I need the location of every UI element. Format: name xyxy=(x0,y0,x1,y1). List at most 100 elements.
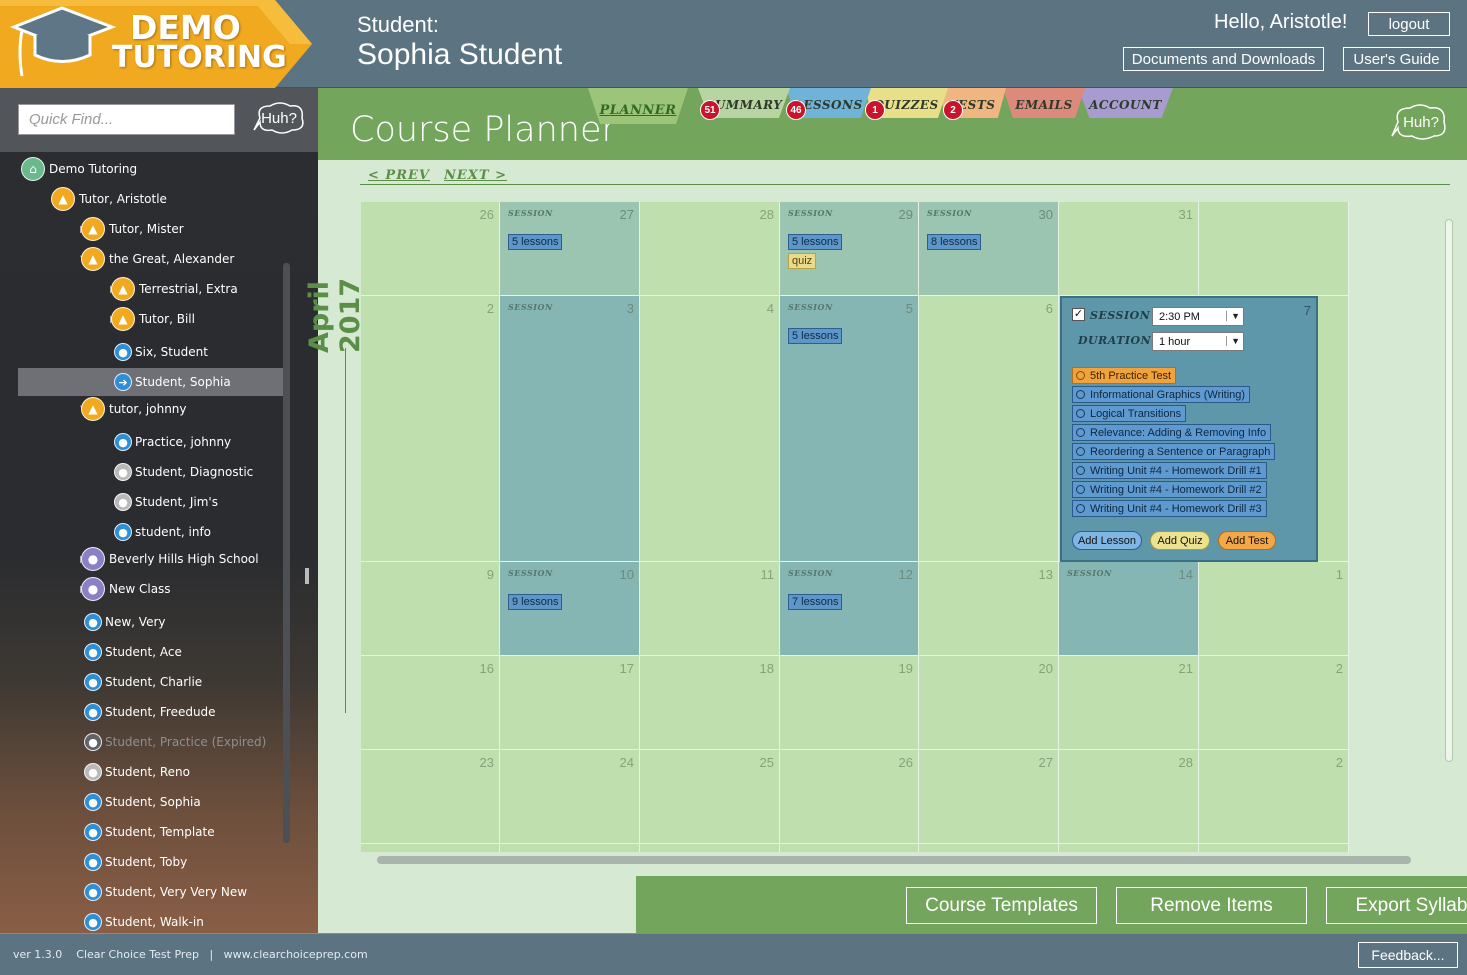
prev-month-link[interactable]: < PREV xyxy=(368,168,430,183)
tree-item[interactable]: ● Student, Practice (Expired) xyxy=(0,728,280,756)
tree-item[interactable]: ● Student, Toby xyxy=(0,848,280,876)
lesson-item[interactable]: Writing Unit #4 - Homework Drill #3 xyxy=(1072,500,1267,517)
radio-circle-icon[interactable] xyxy=(1076,447,1085,456)
calendar-day-cell[interactable]: 31 xyxy=(1059,202,1199,296)
tree-item[interactable]: ▶▲Tutor, Mister xyxy=(0,215,280,243)
lessons-chip[interactable]: 5 lessons xyxy=(788,328,843,344)
calendar-day-cell[interactable]: 12 SESSION 7 lessons xyxy=(780,562,919,656)
calendar-day-cell[interactable]: 26 xyxy=(780,750,919,844)
calendar-day-cell[interactable]: 18 xyxy=(640,656,780,750)
tree-item[interactable]: ▶●Beverly Hills High School xyxy=(0,545,280,573)
next-month-link[interactable]: NEXT > xyxy=(444,168,507,183)
export-syllabus-button[interactable]: Export Syllabus xyxy=(1326,887,1467,924)
calendar-day-cell[interactable] xyxy=(919,844,1059,852)
calendar-day-cell[interactable]: 14 SESSION xyxy=(1059,562,1199,656)
lesson-item[interactable]: Informational Graphics (Writing) xyxy=(1072,386,1251,403)
main-huh-label[interactable]: Huh? xyxy=(1396,110,1446,134)
tree-item[interactable]: ▼▲Tutor, Aristotle xyxy=(0,185,280,213)
tree-item[interactable]: ▶●New Class xyxy=(0,575,280,603)
tab-account[interactable]: ACCOUNT xyxy=(1078,88,1173,118)
radio-circle-icon[interactable] xyxy=(1076,504,1085,513)
tree-item[interactable]: ● Student, Diagnostic xyxy=(0,458,280,486)
calendar-day-cell[interactable]: 27 SESSION 5 lessons xyxy=(500,202,640,296)
radio-circle-icon[interactable] xyxy=(1076,390,1085,399)
tree-item[interactable]: ● Student, Jim's xyxy=(0,488,280,516)
sidebar-huh-label[interactable]: Huh? xyxy=(256,107,302,129)
course-templates-button[interactable]: Course Templates xyxy=(906,887,1097,924)
tree-item[interactable]: ● Student, Very Very New xyxy=(0,878,280,906)
radio-circle-icon[interactable] xyxy=(1076,485,1085,494)
lesson-item[interactable]: Logical Transitions xyxy=(1072,405,1187,422)
tree-item[interactable]: ● Student, Ace xyxy=(0,638,280,666)
documents-button[interactable]: Documents and Downloads xyxy=(1123,47,1324,71)
calendar-day-cell[interactable] xyxy=(1199,844,1349,852)
tree-item[interactable]: ● New, Very xyxy=(0,608,280,636)
calendar-day-cell[interactable]: 25 xyxy=(640,750,780,844)
quick-find-input[interactable]: Quick Find... xyxy=(18,104,235,135)
tree-item[interactable]: ● student, info xyxy=(0,518,280,546)
lessons-chip[interactable]: 7 lessons xyxy=(788,594,843,610)
sidebar-scrollbar[interactable] xyxy=(283,263,290,843)
calendar-day-cell[interactable]: 28 xyxy=(640,202,780,296)
calendar-day-cell[interactable]: 29 SESSION 5 lessons quiz xyxy=(780,202,919,296)
tree-item[interactable]: ● Student, Reno xyxy=(0,758,280,786)
radio-circle-icon[interactable] xyxy=(1076,409,1085,418)
tree-item[interactable]: ▶▲Tutor, Bill xyxy=(0,305,280,333)
calendar-day-cell[interactable]: 3 SESSION xyxy=(500,296,640,562)
tree-item[interactable]: ● Six, Student xyxy=(0,338,280,366)
radio-circle-icon[interactable] xyxy=(1076,466,1085,475)
website-link[interactable]: www.clearchoiceprep.com xyxy=(224,948,368,961)
time-select[interactable]: 2:30 PM ▼ xyxy=(1152,307,1244,326)
calendar-day-cell[interactable]: 2 xyxy=(1199,750,1349,844)
lesson-item[interactable]: Writing Unit #4 - Homework Drill #1 xyxy=(1072,462,1267,479)
calendar-day-cell[interactable]: 6 xyxy=(919,296,1059,562)
quiz-chip[interactable]: quiz xyxy=(788,253,817,269)
calendar-day-cell[interactable]: 26 xyxy=(361,202,500,296)
tree-item[interactable]: ➔ Student, Sophia xyxy=(18,368,287,396)
calendar-day-cell[interactable] xyxy=(780,844,919,852)
users-guide-button[interactable]: User's Guide xyxy=(1343,47,1450,71)
calendar-day-cell[interactable] xyxy=(500,844,640,852)
calendar-day-cell[interactable]: 21 xyxy=(1059,656,1199,750)
calendar-day-cell[interactable]: 10 SESSION 9 lessons xyxy=(500,562,640,656)
tree-item[interactable]: ▼▲the Great, Alexander xyxy=(0,245,280,273)
lesson-item[interactable]: Writing Unit #4 - Homework Drill #2 xyxy=(1072,481,1267,498)
tree-item[interactable]: ● Student, Sophia xyxy=(0,788,280,816)
tree-item[interactable]: ● Student, Charlie xyxy=(0,668,280,696)
remove-items-button[interactable]: Remove Items xyxy=(1116,887,1307,924)
test-item[interactable]: 5th Practice Test xyxy=(1072,367,1177,384)
calendar-vertical-scrollbar[interactable] xyxy=(1445,219,1453,762)
feedback-button[interactable]: Feedback... xyxy=(1358,942,1458,968)
calendar-day-cell[interactable] xyxy=(640,844,780,852)
calendar-day-cell[interactable]: 9 xyxy=(361,562,500,656)
lesson-item[interactable]: Relevance: Adding & Removing Info xyxy=(1072,424,1272,441)
radio-circle-icon[interactable] xyxy=(1076,428,1085,437)
calendar-day-cell[interactable]: 19 xyxy=(780,656,919,750)
calendar-horizontal-scrollbar[interactable] xyxy=(377,856,1411,864)
calendar-day-cell[interactable]: 20 xyxy=(919,656,1059,750)
calendar-day-cell[interactable]: 11 xyxy=(640,562,780,656)
tree-item[interactable]: ● Student, Walk-in xyxy=(0,908,280,933)
tree-item[interactable]: ● Student, Template xyxy=(0,818,280,846)
calendar-day-cell[interactable]: 2 xyxy=(1199,656,1349,750)
lessons-chip[interactable]: 9 lessons xyxy=(508,594,563,610)
lessons-chip[interactable]: 5 lessons xyxy=(788,234,843,250)
calendar-day-cell[interactable]: 17 xyxy=(500,656,640,750)
session-checkbox[interactable]: ✓ xyxy=(1072,308,1085,321)
radio-circle-icon[interactable] xyxy=(1076,371,1085,380)
calendar-day-cell[interactable]: 16 xyxy=(361,656,500,750)
tree-item[interactable]: ● Student, Freedude xyxy=(0,698,280,726)
calendar-day-cell[interactable]: 28 xyxy=(1059,750,1199,844)
calendar-day-cell[interactable]: 13 xyxy=(919,562,1059,656)
add-lesson-button[interactable]: Add Lesson xyxy=(1072,531,1142,550)
calendar-day-cell[interactable]: 1 xyxy=(1199,562,1349,656)
tab-emails[interactable]: EMAILS xyxy=(1003,88,1085,118)
resize-handle[interactable] xyxy=(305,568,309,584)
calendar-day-cell[interactable]: 23 xyxy=(361,750,500,844)
logout-button[interactable]: logout xyxy=(1368,12,1450,36)
add-test-button[interactable]: Add Test xyxy=(1218,531,1276,550)
duration-select[interactable]: 1 hour ▼ xyxy=(1152,332,1244,351)
lesson-item[interactable]: Reordering a Sentence or Paragraph xyxy=(1072,443,1276,460)
calendar-day-cell[interactable] xyxy=(1199,202,1349,296)
add-quiz-button[interactable]: Add Quiz xyxy=(1150,531,1210,550)
